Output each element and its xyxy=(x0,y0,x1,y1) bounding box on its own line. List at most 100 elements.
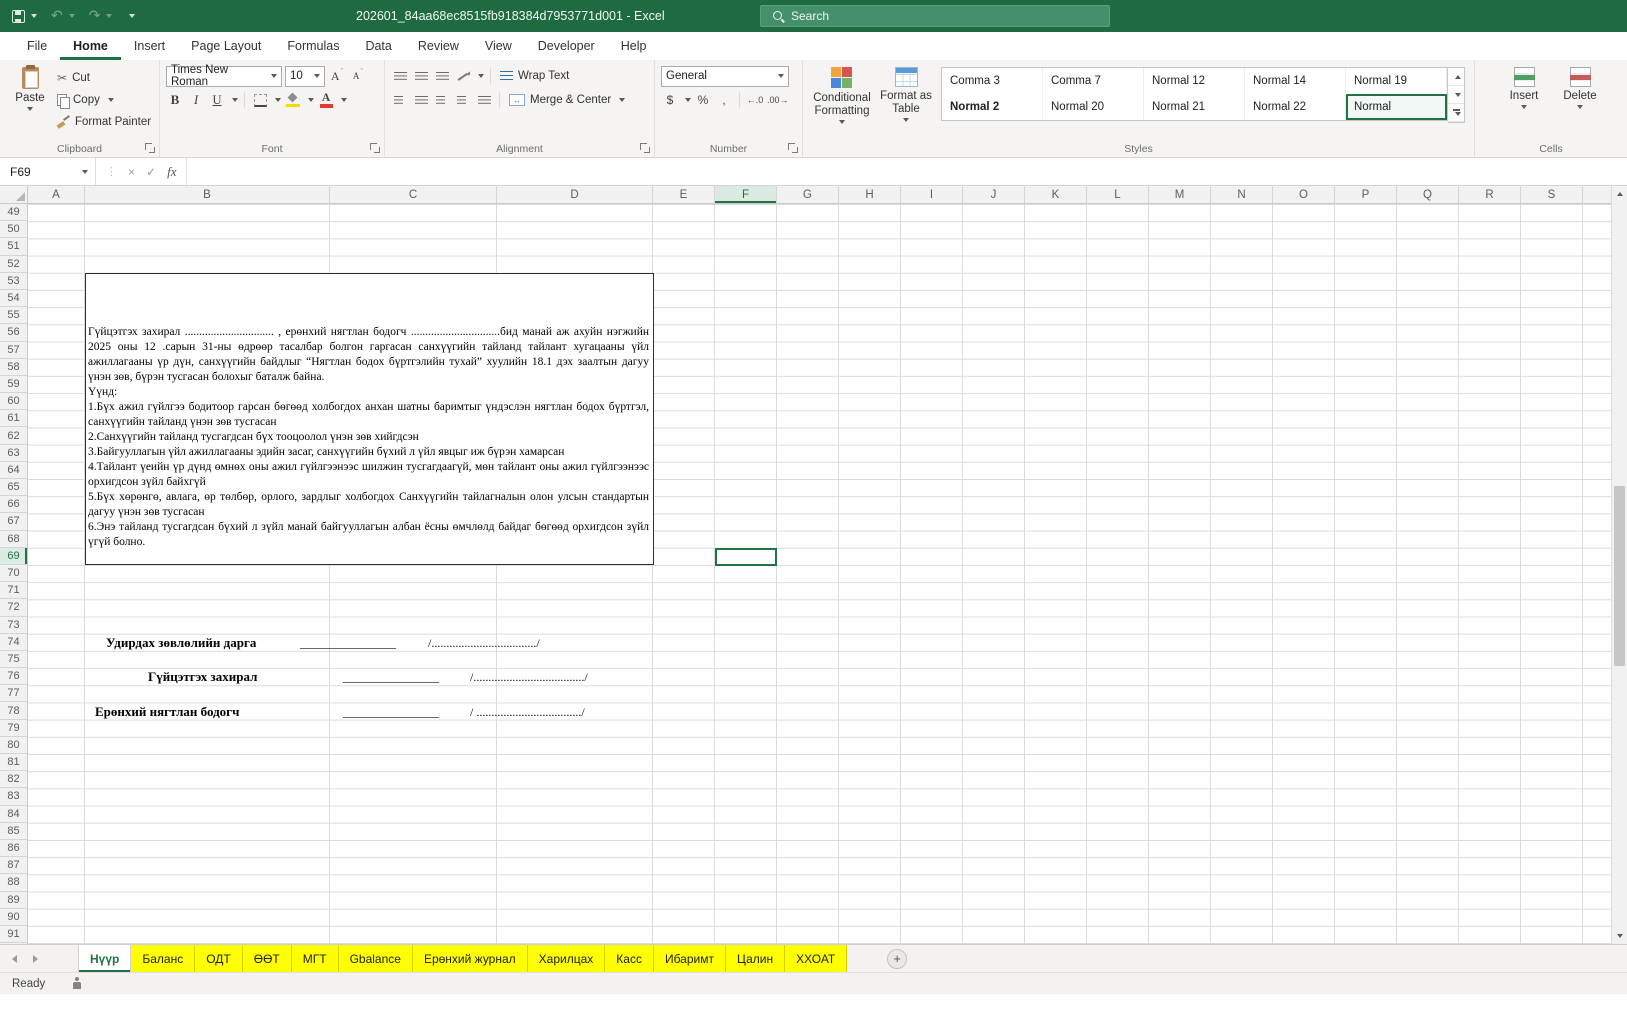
sheet-tab-Ибаримт[interactable]: Ибаримт xyxy=(653,945,726,972)
row-header-82[interactable]: 82 xyxy=(0,771,27,789)
align-middle-button[interactable] xyxy=(412,67,430,85)
styles-scroll-down-button[interactable] xyxy=(1448,86,1464,104)
row-header-84[interactable]: 84 xyxy=(0,806,27,823)
number-dialog-launcher[interactable] xyxy=(788,143,798,153)
cell-style-comma-7[interactable]: Comma 7 xyxy=(1043,68,1144,94)
decrease-indent-button[interactable] xyxy=(454,91,472,109)
fill-color-button[interactable] xyxy=(284,91,302,109)
tab-help[interactable]: Help xyxy=(608,32,660,60)
search-box[interactable]: Search xyxy=(760,5,1110,27)
align-right-button[interactable] xyxy=(433,91,451,109)
insert-function-button[interactable]: fx xyxy=(167,164,176,180)
increase-indent-button[interactable] xyxy=(475,91,493,109)
column-header-H[interactable]: H xyxy=(839,186,901,203)
tab-developer[interactable]: Developer xyxy=(525,32,608,60)
cell-style-normal-21[interactable]: Normal 21 xyxy=(1144,94,1245,120)
row-header-59[interactable]: 59 xyxy=(0,376,27,394)
increase-decimal-button[interactable]: ←.0 xyxy=(746,91,764,109)
paste-button[interactable]: Paste xyxy=(6,64,54,141)
row-header-75[interactable]: 75 xyxy=(0,651,27,669)
cell-style-normal-19[interactable]: Normal 19 xyxy=(1346,68,1447,94)
copy-button[interactable]: Copy xyxy=(54,90,154,110)
row-header-79[interactable]: 79 xyxy=(0,720,27,737)
font-color-button[interactable]: A xyxy=(317,91,335,109)
select-all-corner[interactable] xyxy=(0,186,28,204)
format-painter-button[interactable]: Format Painter xyxy=(54,112,154,132)
row-header-73[interactable]: 73 xyxy=(0,617,27,634)
insert-cells-button[interactable]: Insert xyxy=(1500,64,1548,141)
row-header-51[interactable]: 51 xyxy=(0,238,27,256)
active-cell-selection[interactable] xyxy=(715,548,777,566)
row-header-83[interactable]: 83 xyxy=(0,788,27,806)
align-top-button[interactable] xyxy=(391,67,409,85)
row-header-89[interactable]: 89 xyxy=(0,892,27,909)
row-header-52[interactable]: 52 xyxy=(0,256,27,273)
row-header-87[interactable]: 87 xyxy=(0,857,27,875)
enter-button[interactable]: ✓ xyxy=(146,165,156,179)
row-header-58[interactable]: 58 xyxy=(0,359,27,376)
decrease-font-size-button[interactable]: Aˇ xyxy=(349,67,367,85)
row-header-57[interactable]: 57 xyxy=(0,342,27,359)
tab-formulas[interactable]: Formulas xyxy=(274,32,352,60)
row-header-80[interactable]: 80 xyxy=(0,737,27,754)
underline-button[interactable]: U xyxy=(208,91,226,109)
scroll-down-arrow[interactable] xyxy=(1612,928,1627,944)
decrease-decimal-button[interactable]: .00→ xyxy=(767,91,789,109)
align-center-button[interactable] xyxy=(412,91,430,109)
sheet-tab-Харилцах[interactable]: Харилцах xyxy=(527,945,606,972)
conditional-formatting-button[interactable]: Conditional Formatting xyxy=(809,64,875,141)
cell-style-normal-12[interactable]: Normal 12 xyxy=(1144,68,1245,94)
row-header-70[interactable]: 70 xyxy=(0,565,27,583)
row-header-61[interactable]: 61 xyxy=(0,410,27,428)
row-header-91[interactable]: 91 xyxy=(0,926,27,944)
clipboard-dialog-launcher[interactable] xyxy=(145,143,155,153)
row-header-67[interactable]: 67 xyxy=(0,513,27,531)
row-header-85[interactable]: 85 xyxy=(0,823,27,840)
sheet-tab-Баланс[interactable]: Баланс xyxy=(131,945,196,972)
cell-style-normal-20[interactable]: Normal 20 xyxy=(1043,94,1144,120)
column-header-J[interactable]: J xyxy=(963,186,1025,203)
italic-button[interactable]: I xyxy=(187,91,205,109)
tab-data[interactable]: Data xyxy=(352,32,404,60)
column-header-A[interactable]: A xyxy=(28,186,85,203)
accessibility-icon[interactable] xyxy=(71,977,83,990)
row-header-78[interactable]: 78 xyxy=(0,702,27,720)
row-header-54[interactable]: 54 xyxy=(0,290,27,308)
redo-button[interactable]: ↷ xyxy=(89,9,113,23)
column-header-E[interactable]: E xyxy=(653,186,715,203)
bold-button[interactable]: B xyxy=(166,91,184,109)
column-header-O[interactable]: O xyxy=(1273,186,1335,203)
delete-cells-button[interactable]: Delete xyxy=(1556,64,1604,141)
column-header-B[interactable]: B xyxy=(85,186,330,203)
row-header-81[interactable]: 81 xyxy=(0,754,27,772)
tab-view[interactable]: View xyxy=(472,32,525,60)
sheet-tab-ХХОАТ[interactable]: ХХОАТ xyxy=(785,945,848,972)
row-header-90[interactable]: 90 xyxy=(0,909,27,926)
column-header-F[interactable]: F xyxy=(715,186,777,203)
row-header-56[interactable]: 56 xyxy=(0,324,27,342)
row-header-62[interactable]: 62 xyxy=(0,427,27,445)
column-header-N[interactable]: N xyxy=(1211,186,1273,203)
row-header-65[interactable]: 65 xyxy=(0,479,27,497)
cancel-button[interactable]: × xyxy=(128,165,135,179)
scroll-up-arrow[interactable] xyxy=(1612,186,1627,202)
column-header-R[interactable]: R xyxy=(1459,186,1521,203)
sheet-tab-ӨӨТ[interactable]: ӨӨТ xyxy=(242,945,292,972)
increase-font-size-button[interactable]: Aˆ xyxy=(328,67,346,85)
sheet-tab-Ерөнхий журнал[interactable]: Ерөнхий журнал xyxy=(412,945,528,972)
alignment-dialog-launcher[interactable] xyxy=(640,143,650,153)
column-header-I[interactable]: I xyxy=(901,186,963,203)
column-header-S[interactable]: S xyxy=(1521,186,1583,203)
row-header-64[interactable]: 64 xyxy=(0,462,27,479)
save-button[interactable] xyxy=(12,9,37,23)
qat-customize-button[interactable] xyxy=(126,14,136,18)
row-header-53[interactable]: 53 xyxy=(0,273,27,290)
cut-button[interactable]: ✂ Cut xyxy=(54,68,154,88)
row-header-72[interactable]: 72 xyxy=(0,599,27,617)
styles-scroll-up-button[interactable] xyxy=(1448,68,1464,86)
row-header-50[interactable]: 50 xyxy=(0,221,27,239)
row-header-66[interactable]: 66 xyxy=(0,496,27,514)
comma-style-button[interactable]: , xyxy=(715,91,733,109)
styles-more-button[interactable] xyxy=(1448,104,1464,122)
row-header-68[interactable]: 68 xyxy=(0,531,27,548)
